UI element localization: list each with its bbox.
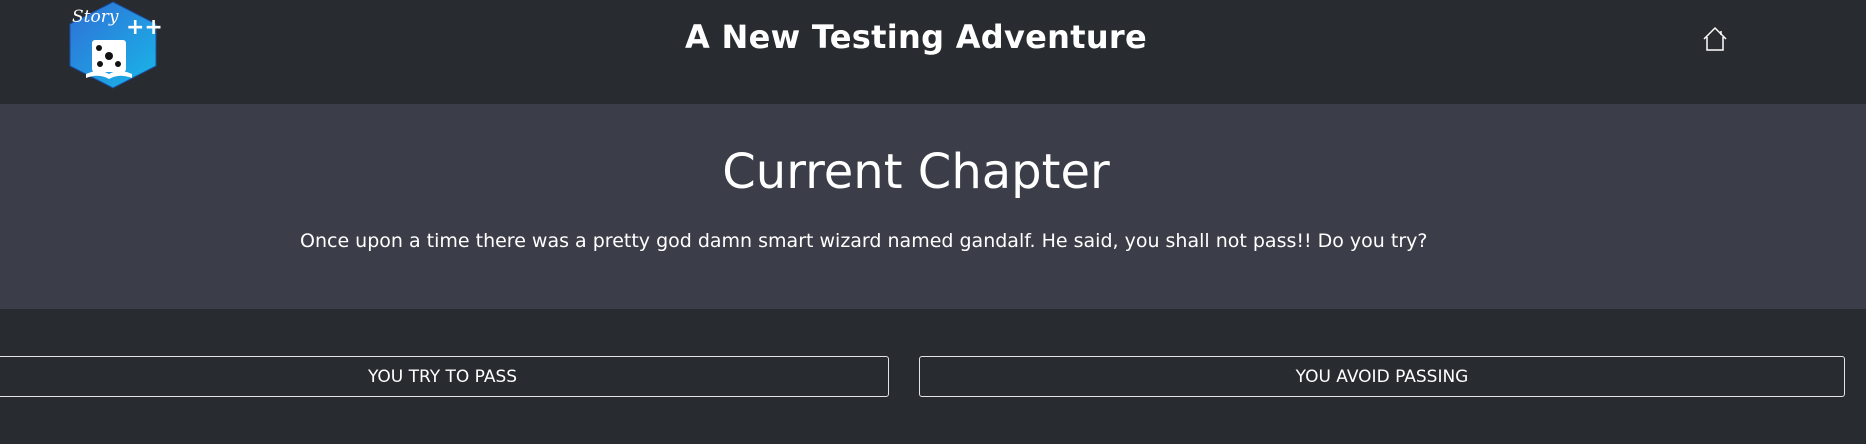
home-icon[interactable] [1700, 24, 1730, 54]
chapter-panel: Current Chapter Once upon a time there w… [0, 104, 1866, 309]
choice-button-try-to-pass[interactable]: YOU TRY TO PASS [0, 356, 889, 397]
choice-button-avoid-passing[interactable]: YOU AVOID PASSING [919, 356, 1845, 397]
chapter-heading: Current Chapter [722, 144, 1110, 200]
chapter-text: Once upon a time there was a pretty god … [300, 230, 1428, 252]
site-title: A New Testing Adventure [685, 18, 1147, 56]
top-navbar: Story ++ A New Testing Adventure [0, 0, 1866, 104]
